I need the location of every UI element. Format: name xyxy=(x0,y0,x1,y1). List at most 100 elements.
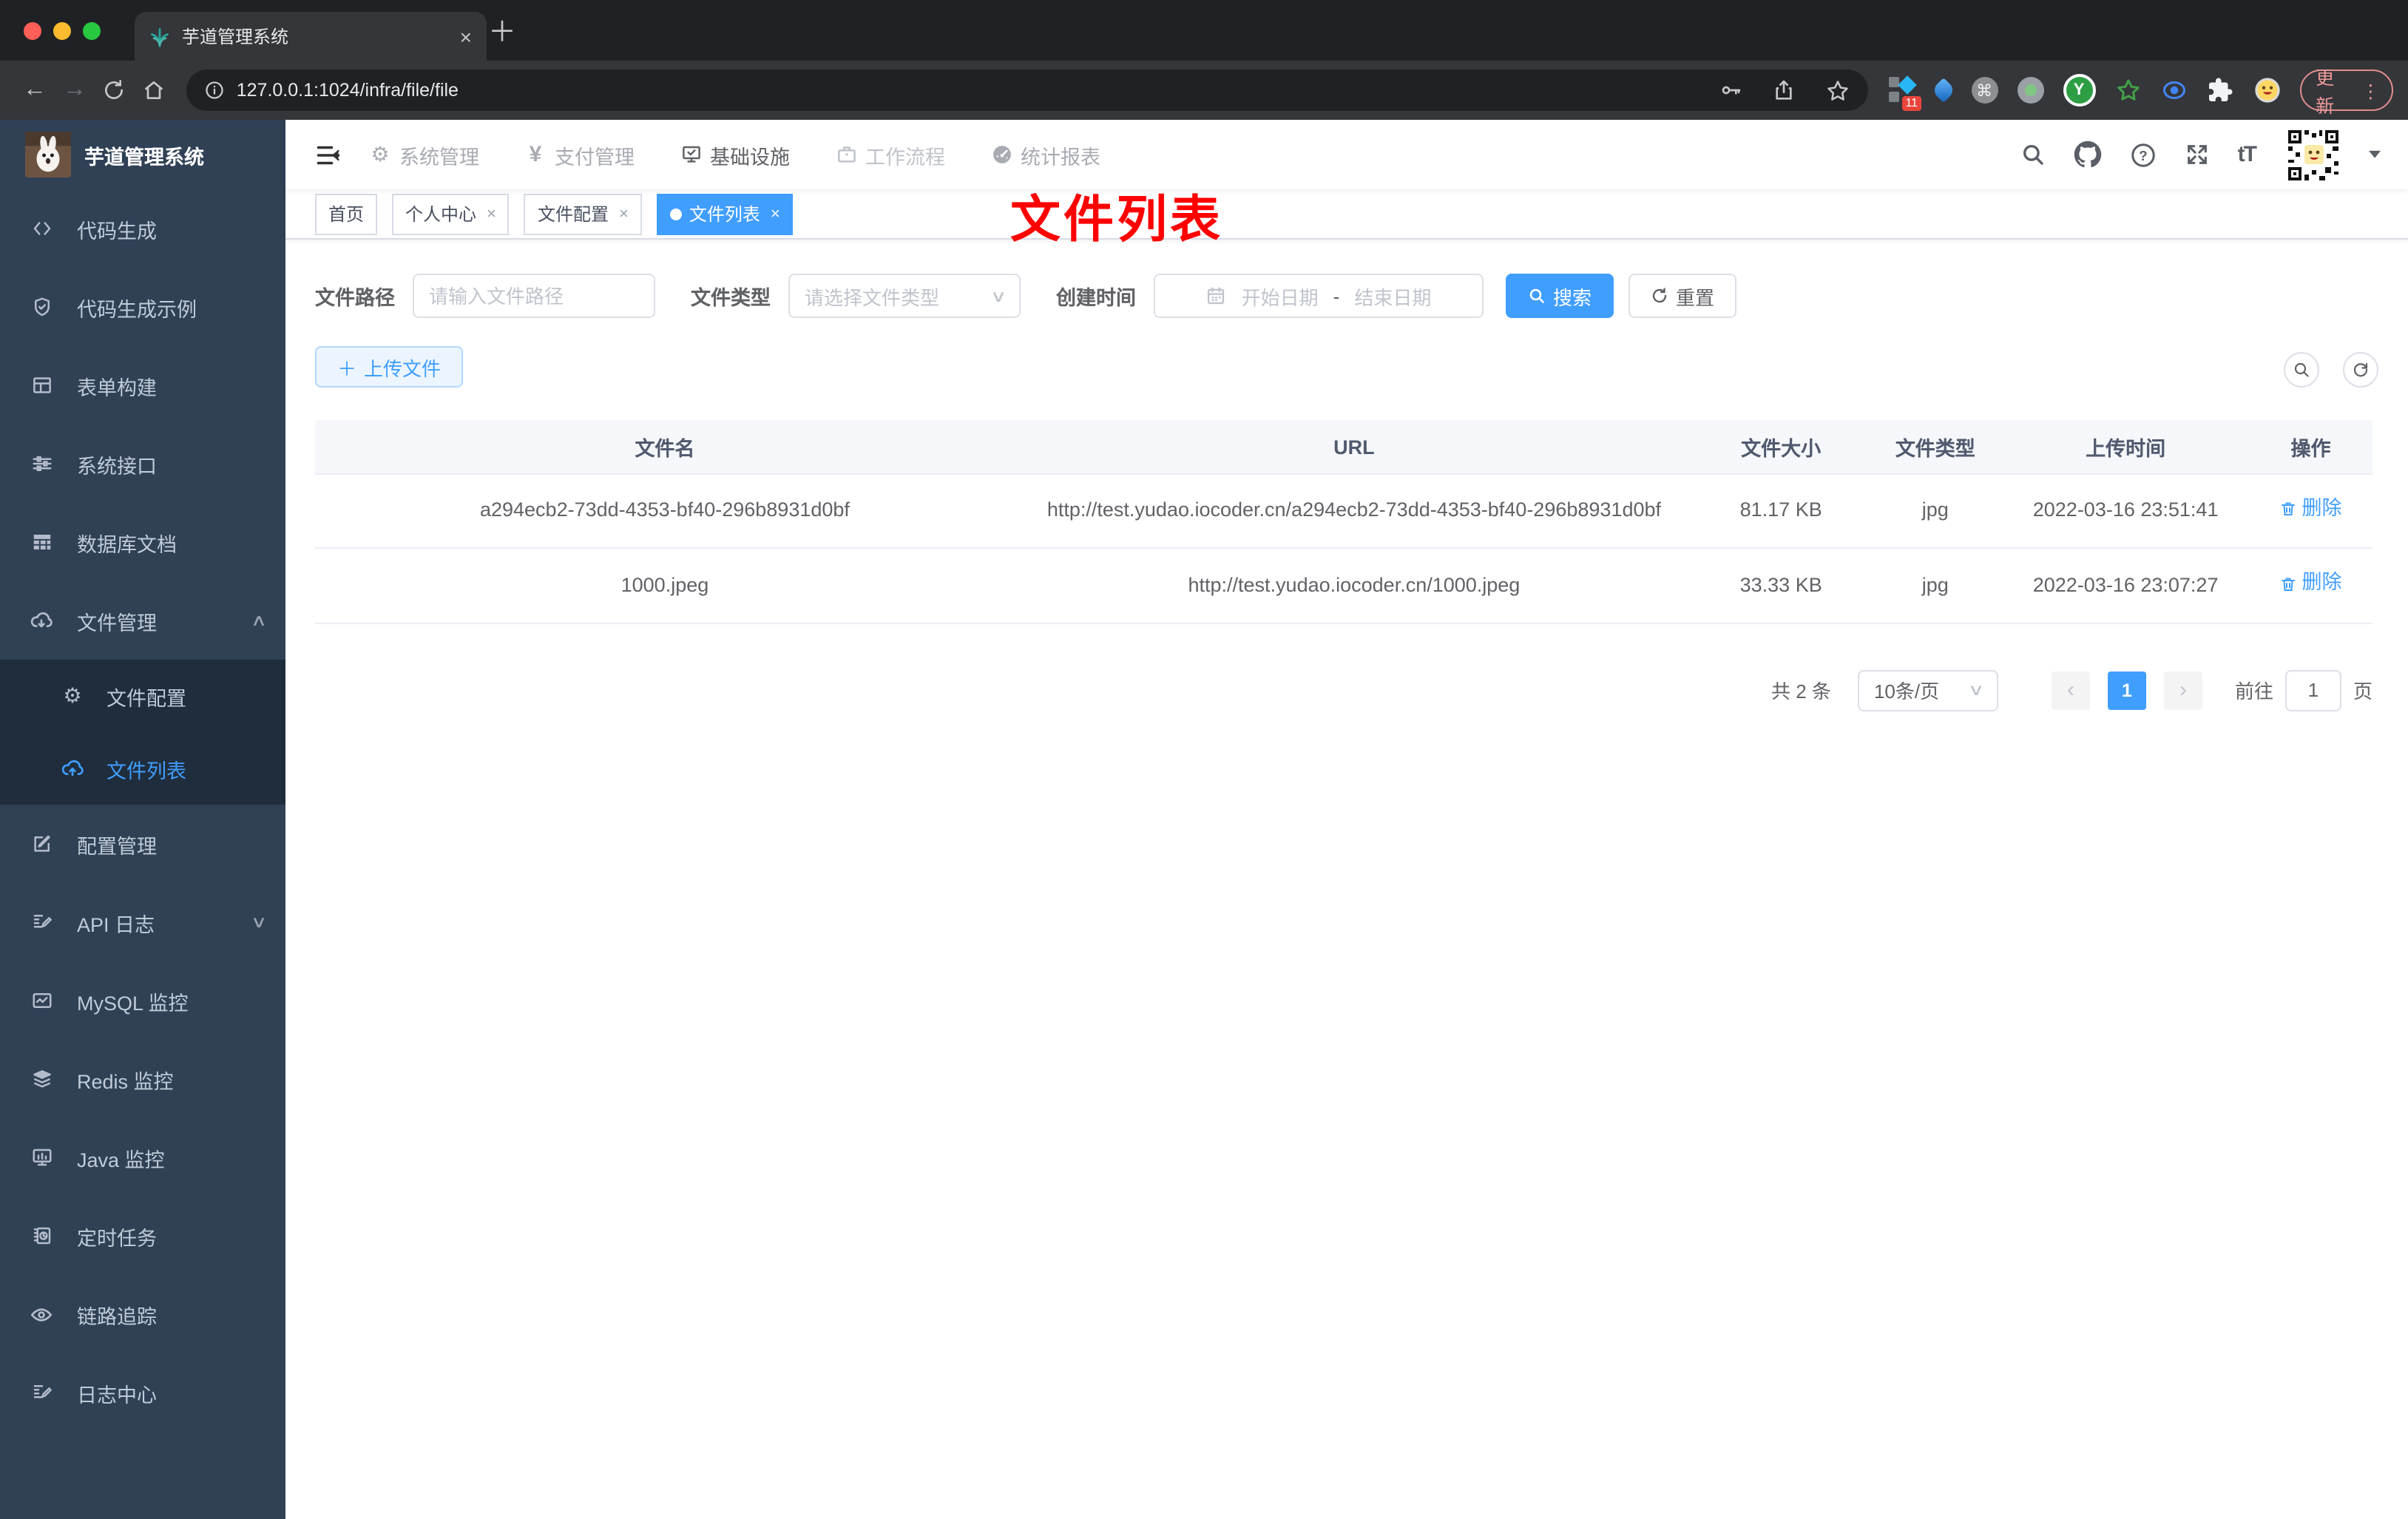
file-type-select[interactable]: 请选择文件类型 ∨ xyxy=(788,274,1021,318)
tag-file-config[interactable]: 文件配置 × xyxy=(524,193,642,234)
sidebar-item-scheduled-tasks[interactable]: 定时任务 xyxy=(0,1197,285,1275)
date-range-picker[interactable]: 开始日期 - 结束日期 xyxy=(1154,274,1484,318)
reload-icon[interactable] xyxy=(95,78,135,102)
delete-button[interactable]: 删除 xyxy=(2280,494,2342,525)
forward-icon[interactable]: → xyxy=(55,77,95,104)
browser-menu-dots-icon[interactable]: ⋮ xyxy=(2361,79,2380,101)
file-path-input[interactable] xyxy=(413,274,655,318)
sidebar-item-mysql-monitor[interactable]: MySQL 监控 xyxy=(0,961,285,1040)
extension-badged-icon[interactable]: 11 xyxy=(1888,75,1921,111)
site-info-icon[interactable] xyxy=(204,80,225,101)
tag-close-icon[interactable]: × xyxy=(771,205,780,223)
extension-star-icon[interactable] xyxy=(2114,77,2141,104)
tag-file-list[interactable]: 文件列表 × xyxy=(656,193,794,234)
tag-close-icon[interactable]: × xyxy=(619,205,629,223)
avatar-caret-icon[interactable]: ▾ xyxy=(2369,146,2381,163)
password-key-icon[interactable] xyxy=(1718,78,1742,102)
search-button[interactable]: 搜索 xyxy=(1506,274,1614,318)
reset-button[interactable]: 重置 xyxy=(1629,274,1737,318)
extension-icons: 11 ⌘ Y xyxy=(1888,74,2282,111)
extension-kite-icon[interactable] xyxy=(1930,78,1956,103)
sidebar-item-api-log[interactable]: API 日志 ∨ xyxy=(0,883,285,961)
minimize-window-button[interactable] xyxy=(53,22,71,40)
page-size-select[interactable]: 10条/页 ∨ xyxy=(1857,669,1998,711)
avatar[interactable] xyxy=(2283,125,2343,184)
sidebar-item-tracing[interactable]: 链路追踪 xyxy=(0,1275,285,1353)
top-menu-infrastructure[interactable]: 基础设施 xyxy=(679,140,790,169)
right-toolbar xyxy=(2284,352,2378,388)
page-number-button[interactable]: 1 xyxy=(2107,671,2146,710)
table-toolbar: ＋ 上传文件 xyxy=(315,346,2378,388)
prev-page-icon[interactable]: ‹ xyxy=(2051,671,2090,710)
cloud-upload-icon xyxy=(61,757,84,780)
top-menu-payment[interactable]: ¥ 支付管理 xyxy=(524,140,635,169)
address-bar[interactable]: 127.0.0.1:1024/infra/file/file xyxy=(186,70,1868,111)
sidebar-item-java-monitor[interactable]: Java 监控 xyxy=(0,1118,285,1197)
zoom-window-button[interactable] xyxy=(83,22,101,40)
search-button-label: 搜索 xyxy=(1553,286,1592,308)
sidebar-item-file-management[interactable]: 文件管理 ∧ xyxy=(0,581,285,660)
sidebar-item-label: MySQL 监控 xyxy=(77,992,189,1014)
top-menu: ⚙ 系统管理 ¥ 支付管理 基础设施 工作流程 统计报表 xyxy=(368,140,1100,169)
extension-eye-icon[interactable] xyxy=(2160,77,2187,104)
sidebar-item-config-management[interactable]: 配置管理 xyxy=(0,805,285,883)
sidebar-item-db-doc[interactable]: 数据库文档 xyxy=(0,503,285,581)
sidebar-item-file-config[interactable]: ⚙ 文件配置 xyxy=(0,660,285,732)
sidebar-item-label: API 日志 xyxy=(77,913,155,936)
url-text[interactable]: 127.0.0.1:1024/infra/file/file xyxy=(237,80,1688,101)
date-separator: - xyxy=(1333,285,1340,307)
sidebar-item-system-api[interactable]: 系统接口 xyxy=(0,424,285,503)
github-icon[interactable] xyxy=(2074,141,2102,169)
bookmark-star-icon[interactable] xyxy=(1824,78,1850,103)
toggle-search-icon[interactable] xyxy=(2284,352,2319,388)
upload-file-button[interactable]: ＋ 上传文件 xyxy=(315,346,464,388)
next-page-icon[interactable]: › xyxy=(2163,671,2202,710)
col-upload-time: 上传时间 xyxy=(2002,420,2250,475)
fullscreen-icon[interactable] xyxy=(2185,142,2210,167)
refresh-icon[interactable] xyxy=(2343,352,2378,388)
back-icon[interactable]: ← xyxy=(15,77,55,104)
font-size-icon[interactable]: tT xyxy=(2238,142,2257,167)
close-window-button[interactable] xyxy=(24,22,41,40)
table-header-row: 文件名 URL 文件大小 文件类型 上传时间 操作 xyxy=(315,420,2373,475)
top-menu-workflow[interactable]: 工作流程 xyxy=(834,140,945,169)
tag-profile[interactable]: 个人中心 × xyxy=(392,193,510,234)
col-url: URL xyxy=(1014,420,1694,475)
profile-emoji-icon[interactable] xyxy=(2252,75,2282,105)
sidebar-item-file-list[interactable]: 文件列表 xyxy=(0,732,285,805)
cell-upload-time: 2022-03-16 23:51:41 xyxy=(2002,474,2250,549)
extension-y-icon[interactable]: Y xyxy=(2063,74,2096,106)
home-icon[interactable] xyxy=(135,78,175,102)
browser-update-button[interactable]: 更新 ⋮ xyxy=(2299,68,2394,117)
tag-home[interactable]: 首页 xyxy=(315,193,378,234)
extensions-puzzle-icon[interactable] xyxy=(2206,77,2233,104)
reset-button-label: 重置 xyxy=(1676,286,1715,308)
top-menu-reports[interactable]: 统计报表 xyxy=(990,140,1100,169)
calendar-icon xyxy=(1206,285,1227,306)
sidebar-item-code-gen[interactable]: 代码生成 xyxy=(0,189,285,268)
sidebar-item-code-gen-demo[interactable]: 代码生成示例 xyxy=(0,268,285,346)
hamburger-icon[interactable] xyxy=(315,141,342,168)
sidebar-logo[interactable]: 芋道管理系统 xyxy=(0,120,285,189)
sidebar-item-form-builder[interactable]: 表单构建 xyxy=(0,346,285,424)
sidebar-item-log-center[interactable]: 日志中心 xyxy=(0,1353,285,1432)
search-icon[interactable] xyxy=(2020,142,2046,167)
share-icon[interactable] xyxy=(1771,78,1795,102)
tag-close-icon[interactable]: × xyxy=(487,205,496,223)
tab-title: 芋道管理系统 xyxy=(182,27,289,47)
goto-page-input[interactable] xyxy=(2284,669,2341,711)
top-menu-system[interactable]: ⚙ 系统管理 xyxy=(368,140,479,169)
extension-command-icon[interactable]: ⌘ xyxy=(1971,77,1998,104)
chevron-down-icon: ∨ xyxy=(990,288,1007,305)
browser-tab[interactable]: 芋道管理系统 × xyxy=(135,12,487,61)
dashboard-gauge-icon xyxy=(990,143,1013,166)
tab-close-icon[interactable]: × xyxy=(460,24,472,48)
help-icon[interactable]: ? xyxy=(2130,141,2157,168)
sidebar-item-redis-monitor[interactable]: Redis 监控 xyxy=(0,1040,285,1118)
sliders-icon xyxy=(30,452,53,476)
cell-type: jpg xyxy=(1868,474,2003,549)
table-row: 1000.jpeg http://test.yudao.iocoder.cn/1… xyxy=(315,548,2373,624)
extension-green-dot-icon[interactable] xyxy=(2017,77,2044,104)
new-tab-button[interactable]: ＋ xyxy=(488,19,516,47)
delete-button[interactable]: 删除 xyxy=(2280,569,2342,600)
